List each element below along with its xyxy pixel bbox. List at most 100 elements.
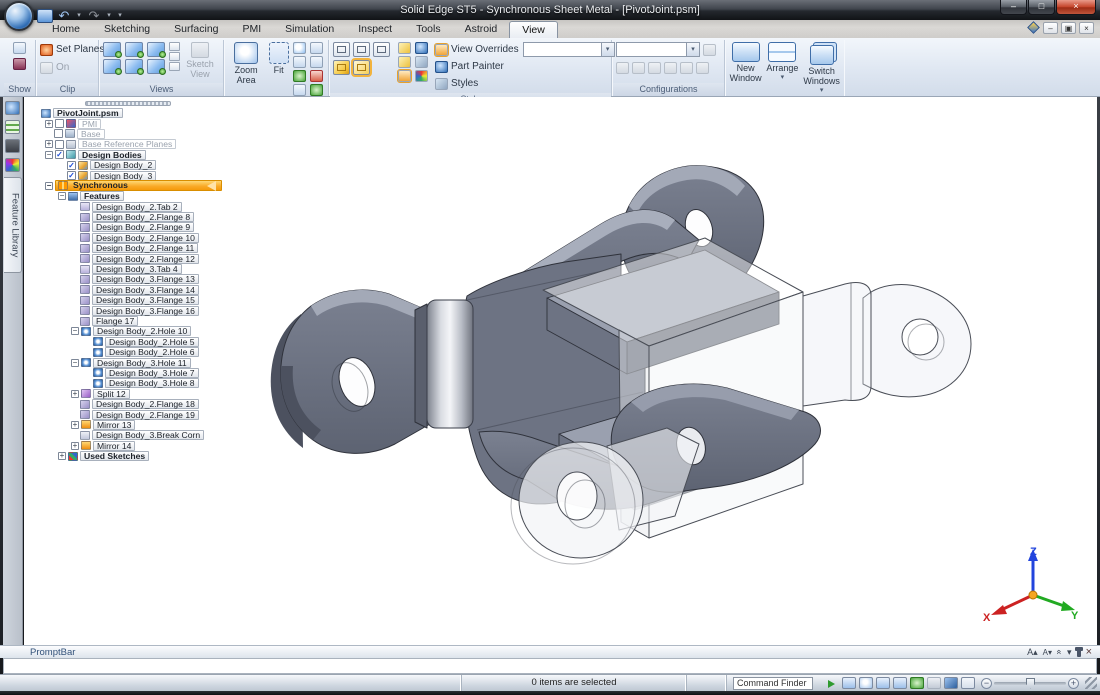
tree-item-label[interactable]: Design Body_3.Flange 13 bbox=[92, 274, 199, 284]
config-6-icon[interactable] bbox=[696, 62, 709, 74]
view-iso-icon[interactable] bbox=[103, 59, 121, 74]
tab-simulation[interactable]: Simulation bbox=[273, 21, 346, 38]
color-manager-icon[interactable] bbox=[415, 70, 428, 82]
checkbox-checked[interactable]: ✓ bbox=[55, 150, 64, 159]
zoom-icon[interactable] bbox=[859, 677, 873, 689]
collapse-icon[interactable]: − bbox=[45, 182, 53, 190]
tree-item-label[interactable]: Mirror 14 bbox=[93, 441, 135, 451]
tree-item[interactable]: + Used Sketches bbox=[30, 451, 226, 461]
zoom-in-button[interactable]: + bbox=[1068, 678, 1079, 689]
view-bottom-icon[interactable] bbox=[147, 59, 165, 74]
show-dropdown-icon[interactable] bbox=[13, 42, 26, 54]
switch-windows-button[interactable]: Switch Windows ▾ bbox=[802, 42, 841, 96]
tree-item-label[interactable]: Design Body_2.Flange 18 bbox=[92, 399, 199, 409]
expand-icon[interactable]: + bbox=[45, 140, 53, 148]
tree-item-label[interactable]: PivotJoint.psm bbox=[53, 108, 123, 118]
configuration-select-dropdown-icon[interactable]: ▾ bbox=[686, 43, 699, 56]
configuration-manager-icon[interactable] bbox=[703, 44, 716, 56]
feature-library-tab[interactable]: Feature Library bbox=[4, 177, 22, 273]
zoom-area-icon[interactable] bbox=[842, 677, 856, 689]
checkbox-checked[interactable]: ✓ bbox=[67, 161, 76, 170]
pin-icon[interactable] bbox=[1077, 648, 1081, 657]
tree-item-label[interactable]: Design Body_2.Hole 6 bbox=[105, 347, 199, 357]
tree-item[interactable]: Design Body_2.Hole 5 bbox=[30, 337, 226, 347]
prompt-input[interactable] bbox=[3, 658, 1097, 674]
show-construction-icon[interactable] bbox=[13, 58, 26, 70]
style-select[interactable]: ▾ bbox=[523, 42, 615, 57]
tree-item[interactable]: Design Body_3.Tab 4 bbox=[30, 264, 226, 274]
tree-item[interactable]: Design Body_3.Break Corn bbox=[30, 430, 226, 440]
tree-item[interactable]: +Split 12 bbox=[30, 389, 226, 399]
save-icon[interactable] bbox=[37, 9, 53, 23]
collapse-icon[interactable]: − bbox=[71, 327, 79, 335]
tab-surfacing[interactable]: Surfacing bbox=[162, 21, 230, 38]
checkbox-unchecked[interactable] bbox=[54, 129, 63, 138]
tree-item[interactable]: Design Body_2.Flange 12 bbox=[30, 253, 226, 263]
undo-icon[interactable]: ↶ bbox=[56, 9, 72, 23]
zoom-icon[interactable] bbox=[293, 42, 306, 54]
views-spin-down-icon[interactable] bbox=[169, 62, 180, 71]
zoom-out-button[interactable]: − bbox=[981, 678, 992, 689]
tree-item[interactable]: Design Body_2.Flange 11 bbox=[30, 243, 226, 253]
tab-inspect[interactable]: Inspect bbox=[346, 21, 404, 38]
environment-icon[interactable] bbox=[415, 42, 428, 54]
new-window-button[interactable]: New Window bbox=[729, 42, 762, 83]
tree-item-label[interactable]: Design Body_2.Flange 19 bbox=[92, 410, 199, 420]
tree-item[interactable]: Design Body_2.Flange 18 bbox=[30, 399, 226, 409]
tree-item[interactable]: PivotJoint.psm bbox=[30, 108, 226, 118]
tree-item-label[interactable]: Design Body_3.Flange 14 bbox=[92, 285, 199, 295]
previous-view-icon[interactable] bbox=[310, 42, 323, 54]
sensors-icon[interactable] bbox=[5, 139, 20, 153]
doc-restore-button[interactable]: ▣ bbox=[1061, 22, 1076, 34]
tree-item-label[interactable]: Mirror 13 bbox=[93, 420, 135, 430]
tree-item-label[interactable]: Base Reference Planes bbox=[78, 139, 176, 149]
collapse-icon[interactable]: − bbox=[71, 359, 79, 367]
set-planes-button[interactable]: Set Planes bbox=[40, 42, 104, 57]
resize-grip[interactable] bbox=[1085, 677, 1097, 689]
tree-item[interactable]: −Design Body_2.Hole 10 bbox=[30, 326, 226, 336]
collapse-icon[interactable]: − bbox=[45, 151, 53, 159]
views-spin-mid-icon[interactable] bbox=[169, 52, 180, 61]
fit-icon[interactable] bbox=[876, 677, 890, 689]
doc-minimize-button[interactable]: – bbox=[1043, 22, 1058, 34]
fit-button[interactable]: Fit bbox=[266, 42, 291, 75]
tree-item-label[interactable]: Used Sketches bbox=[80, 451, 149, 461]
tree-item[interactable]: Design Body_2.Flange 19 bbox=[30, 409, 226, 419]
config-5-icon[interactable] bbox=[680, 62, 693, 74]
tab-astroid[interactable]: Astroid bbox=[453, 21, 510, 38]
close-button[interactable]: × bbox=[1056, 0, 1096, 15]
doc-close-button[interactable]: × bbox=[1079, 22, 1094, 34]
select-return-icon[interactable] bbox=[825, 677, 839, 689]
tree-item-label[interactable]: Design Body_2.Flange 12 bbox=[92, 254, 199, 264]
config-2-icon[interactable] bbox=[632, 62, 645, 74]
tree-item[interactable]: Design Body_2.Flange 8 bbox=[30, 212, 226, 222]
minimize-button[interactable]: – bbox=[1000, 0, 1027, 15]
rotate-icon[interactable] bbox=[293, 70, 306, 82]
tree-item-label[interactable]: Design Body_2.Flange 8 bbox=[92, 212, 194, 222]
config-1-icon[interactable] bbox=[616, 62, 629, 74]
tab-view[interactable]: View bbox=[509, 21, 558, 38]
tree-item[interactable]: −Features bbox=[30, 191, 226, 201]
window-icon[interactable] bbox=[961, 677, 975, 689]
expand-icon[interactable] bbox=[1067, 647, 1072, 657]
view-back-icon[interactable] bbox=[125, 59, 143, 74]
view-top-icon[interactable] bbox=[103, 42, 121, 57]
face-overrides-icon[interactable] bbox=[398, 42, 411, 54]
customize-quick-access-icon[interactable]: ▾ bbox=[116, 9, 124, 23]
title-bar[interactable]: Solid Edge ST5 - Synchronous Sheet Metal… bbox=[0, 0, 1100, 20]
config-3-icon[interactable] bbox=[648, 62, 661, 74]
tree-item[interactable]: Design Body_2.Flange 10 bbox=[30, 233, 226, 243]
tree-item[interactable]: Design Body_2.Tab 2 bbox=[30, 202, 226, 212]
tree-item[interactable]: + Mirror 14 bbox=[30, 441, 226, 451]
visible-edges-icon[interactable] bbox=[353, 42, 370, 57]
tree-item[interactable]: Design Body_3.Flange 15 bbox=[30, 295, 226, 305]
expand-icon[interactable]: + bbox=[58, 452, 66, 460]
tree-item[interactable]: ✓Design Body_2 bbox=[30, 160, 226, 170]
expand-icon[interactable]: + bbox=[71, 442, 79, 450]
tree-item-label[interactable]: Design Body_3.Break Corn bbox=[92, 430, 204, 440]
face-style-icon[interactable] bbox=[398, 70, 411, 82]
tree-item[interactable]: Design Body_2.Flange 9 bbox=[30, 222, 226, 232]
tree-item-label[interactable]: Synchronous bbox=[70, 181, 131, 191]
tree-item-label[interactable]: Design Body_3.Hole 11 bbox=[93, 358, 191, 368]
close-icon[interactable] bbox=[1086, 647, 1092, 657]
